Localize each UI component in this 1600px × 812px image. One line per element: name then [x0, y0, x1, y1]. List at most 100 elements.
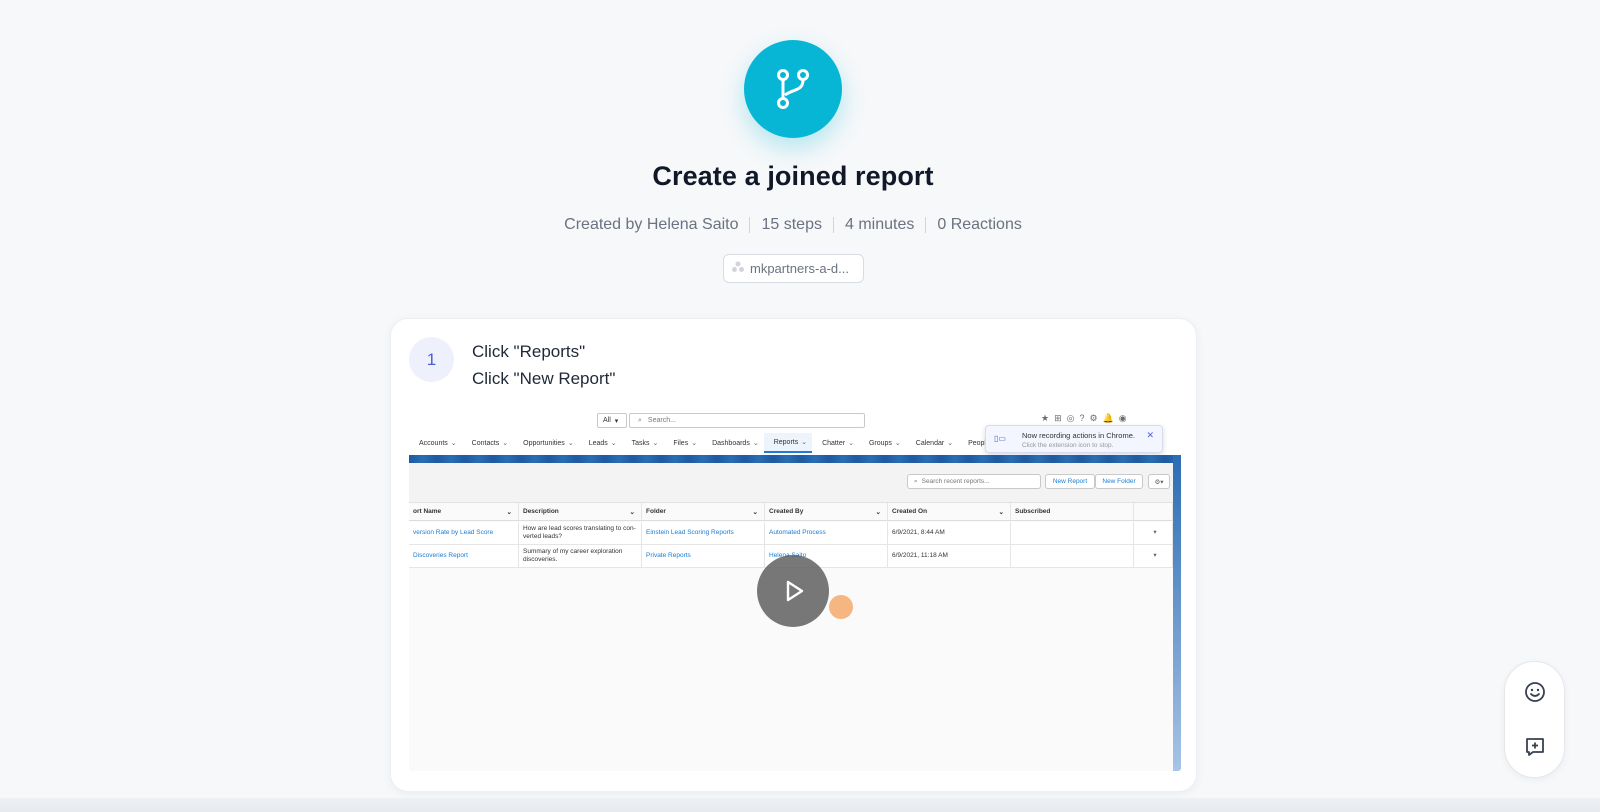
chevron-down-icon: ⌄ — [801, 439, 808, 446]
play-button[interactable] — [757, 555, 829, 627]
column-header-label: Created By — [769, 508, 804, 515]
search-scope: All ▾ — [597, 413, 627, 428]
comment-add-icon[interactable] — [1523, 735, 1547, 759]
chevron-down-icon: ⌄ — [506, 508, 512, 516]
reports-table-header: ort Name ⌄ Description ⌄ Folder ⌄ Created By ⌄ C… — [409, 503, 1173, 521]
close-icon: ✕ — [1146, 430, 1154, 440]
divider — [925, 217, 927, 233]
sf-nav-label: Accounts — [419, 439, 448, 447]
step-number: 1 — [409, 337, 454, 382]
step-count: 15 steps — [761, 216, 822, 233]
reports-search: ⌕ Search recent reports... — [907, 474, 1041, 489]
gear-icon: ⚙▾ — [1148, 474, 1170, 489]
sf-nav-label: Groups — [868, 439, 892, 447]
table-cell-folder: Private Reports — [642, 545, 765, 567]
sf-side-band — [1173, 455, 1181, 771]
chevron-down-icon: ⌄ — [652, 440, 659, 447]
search-icon: ⌕ — [638, 416, 642, 424]
recording-subtitle: Click the extension icon to stop. — [1022, 442, 1114, 449]
table-cell-description: How are lead scores translating to con-v… — [519, 522, 642, 544]
chevron-down-icon: ⌄ — [610, 440, 617, 447]
table-cell-name: version Rate by Lead Score — [409, 522, 519, 544]
chevron-down-icon: ⌄ — [691, 440, 698, 447]
workspace-tag-label: mkpartners-a-d... — [750, 261, 849, 276]
chevron-down-icon: ⌄ — [947, 440, 954, 447]
chevron-down-icon: ⌄ — [502, 440, 509, 447]
new-folder-button: New Folder — [1095, 474, 1143, 489]
sf-nav-label: Files — [673, 439, 689, 447]
sf-nav-label: Contacts — [471, 439, 500, 447]
workspace-tag[interactable]: mkpartners-a-d... — [723, 254, 864, 283]
chevron-down-icon: ⌄ — [998, 508, 1004, 516]
sf-nav-label: Leads — [588, 439, 608, 447]
table-cell-description: Summary of my career exploration discove… — [519, 545, 642, 567]
team-icon — [731, 261, 745, 276]
divider — [832, 217, 834, 233]
caret-icon: ▾ — [614, 417, 619, 425]
column-header-label: Description — [523, 508, 559, 515]
column-header-label: Folder — [646, 508, 666, 515]
column-header: Description ⌄ — [519, 503, 642, 520]
reactions-count[interactable]: 0 Reactions — [937, 216, 1022, 234]
column-header: Folder ⌄ — [642, 503, 765, 520]
chevron-down-icon: ⌄ — [450, 440, 457, 447]
table-cell-created-on: 6/9/2021, 11:18 AM — [888, 545, 1011, 567]
table-cell-created-on: 6/9/2021, 8:44 AM — [888, 522, 1011, 544]
search-placeholder: Search... — [647, 417, 676, 424]
sf-nav-label: Dashboards — [712, 439, 750, 447]
table-cell-folder: Einstein Lead Scoring Reports — [642, 522, 765, 544]
mouse-icon: ▯▭ — [994, 434, 1006, 443]
sf-nav-item: Contacts ⌄ — [462, 433, 514, 453]
chevron-down-icon: ⌄ — [875, 508, 881, 516]
step-instruction: Click "Reports" — [472, 342, 586, 361]
reports-toolbar: ⌕ Search recent reports... New Report Ne… — [409, 463, 1173, 503]
floating-actions — [1504, 661, 1565, 778]
sf-nav-label: Calendar — [915, 439, 945, 447]
sf-nav-label: Tasks — [631, 439, 650, 447]
column-header: Created By ⌄ — [765, 503, 888, 520]
chevron-down-icon: ⌄ — [567, 440, 574, 447]
bell-icon: 🔔 — [1102, 413, 1114, 423]
sf-banner — [409, 455, 1181, 463]
sf-nav-item: Files ⌄ — [663, 433, 702, 453]
table-cell-created-by: Automated Process — [765, 522, 888, 544]
step-instruction: Click "New Report" — [472, 369, 616, 388]
column-header: Subscribed — [1011, 503, 1134, 520]
branch-icon — [744, 40, 842, 138]
reports-search-placeholder: Search recent reports... — [921, 478, 990, 485]
column-header-label: Created On — [892, 508, 928, 515]
column-header: Created On ⌄ — [888, 503, 1011, 520]
help-icon: ? — [1079, 413, 1085, 423]
sf-nav-item: Opportunities ⌄ — [513, 433, 579, 453]
search-icon: ⌕ — [914, 477, 918, 485]
sf-nav-item: Tasks ⌄ — [622, 433, 664, 453]
favorites-icon: ★ — [1041, 413, 1050, 423]
plus-icon: ⊞ — [1054, 413, 1062, 423]
column-header-actions — [1134, 503, 1173, 520]
search-scope-label: All — [603, 417, 611, 424]
global-search: ⌕ Search... — [629, 413, 865, 428]
row-menu-icon: ▾ — [1134, 545, 1173, 567]
sf-nav-label: Reports — [773, 438, 799, 446]
play-icon — [786, 580, 804, 602]
recording-title: Now recording actions in Chrome. — [1022, 431, 1135, 440]
chevron-down-icon: ⌄ — [752, 440, 759, 447]
sf-nav-label: Chatter — [822, 439, 846, 447]
sf-nav-item: Leads ⌄ — [579, 433, 622, 453]
column-header-label: ort Name — [413, 508, 442, 515]
sf-nav-item: Reports ⌄ — [763, 433, 813, 453]
divider — [749, 217, 751, 233]
table-row: version Rate by Lead Score How are lead s… — [409, 522, 1173, 545]
sf-nav-item: Chatter ⌄ — [812, 433, 859, 453]
chevron-down-icon: ⌄ — [848, 440, 854, 447]
sf-header: All ▾ ⌕ Search... ★ ⊞ ◎ ? ⚙ 🔔 ◉ Accounts… — [409, 409, 1181, 455]
chevron-down-icon: ⌄ — [629, 508, 635, 516]
sf-nav-item: Groups ⌄ — [859, 433, 906, 453]
smiley-icon[interactable] — [1523, 680, 1547, 704]
header-icons: ★ ⊞ ◎ ? ⚙ 🔔 ◉ — [1041, 413, 1127, 424]
gear-icon: ⚙ — [1089, 413, 1098, 423]
sf-nav-item: Accounts ⌄ — [409, 433, 462, 453]
column-header: ort Name ⌄ — [409, 503, 519, 520]
page-title: Create a joined report — [652, 161, 934, 191]
recording-popup: ▯▭ Now recording actions in Chrome. Clic… — [985, 425, 1163, 453]
